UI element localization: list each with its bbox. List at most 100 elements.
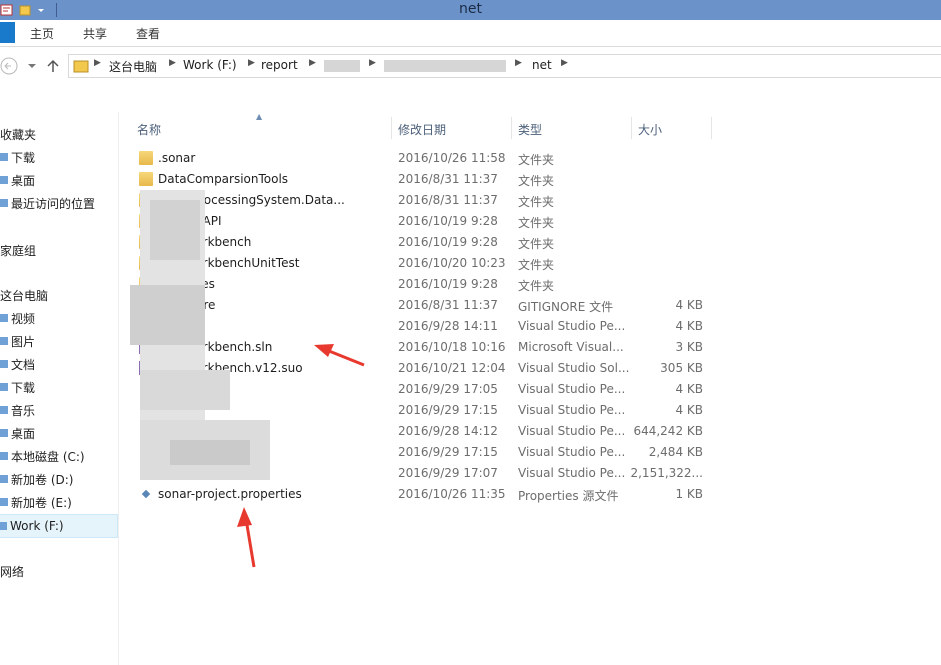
nav-item-label: 网络 — [0, 564, 25, 579]
file-type: 文件夹 — [518, 237, 555, 251]
nav-item-label: Work (F:) — [10, 519, 64, 533]
file-date: 2016/10/18 10:16 — [398, 340, 506, 354]
navigation-pane: 收藏夹 下载 桌面 最近访问的位置 家庭组 这台电脑 视频 图片 文档 下载 音乐 桌面 本地磁盘 (C… — [0, 112, 119, 665]
breadcrumb-this-pc[interactable]: 这台电脑 — [109, 58, 157, 75]
chevron-right-icon[interactable]: ▶ — [248, 58, 255, 68]
drive-icon — [0, 520, 9, 532]
folder-icon — [139, 151, 153, 165]
file-type: Visual Studio Pe... — [518, 466, 626, 480]
nav-item-label: 最近访问的位置 — [11, 196, 96, 211]
nav-item[interactable]: 下载 — [0, 146, 35, 168]
file-date: 2016/10/19 9:28 — [398, 235, 498, 249]
file-size: 4 KB — [675, 403, 703, 417]
column-divider[interactable] — [631, 117, 632, 139]
file-type: 文件夹 — [518, 153, 555, 167]
nav-item[interactable]: 文档 — [0, 353, 35, 375]
file-date: 2016/8/31 11:37 — [398, 298, 498, 312]
chevron-right-icon[interactable]: ▶ — [515, 58, 522, 68]
file-type: Microsoft Visual... — [518, 340, 624, 354]
tab-view[interactable]: 查看 — [136, 25, 160, 42]
file-row[interactable]: sonar-project.properties 2016/10/26 11:35… — [135, 484, 735, 505]
file-size: 2,484 KB — [648, 445, 703, 459]
up-icon[interactable] — [46, 58, 60, 74]
file-size: 4 KB — [675, 298, 703, 312]
file-size: 2,151,322... — [630, 466, 703, 480]
file-name: .sonar — [158, 151, 196, 165]
chevron-right-icon[interactable]: ▶ — [309, 58, 316, 68]
nav-item[interactable]: 视频 — [0, 307, 35, 329]
folder-icon — [73, 60, 89, 73]
nav-item[interactable]: 最近访问的位置 — [0, 192, 95, 214]
nav-item[interactable]: 下载 — [0, 376, 35, 398]
breadcrumb-work-drive[interactable]: Work (F:) — [183, 58, 237, 72]
nav-item[interactable]: 图片 — [0, 330, 35, 352]
file-row[interactable]: .sonar 2016/10/26 11:58 文件夹 — [135, 148, 735, 169]
nav-item[interactable]: 本地磁盘 (C:) — [0, 445, 85, 467]
nav-item-label: 视频 — [11, 311, 36, 326]
file-row[interactable]: DataComparsionTools 2016/8/31 11:37 文件夹 — [135, 169, 735, 190]
breadcrumb-report[interactable]: report — [261, 58, 298, 72]
chevron-right-icon[interactable]: ▶ — [561, 58, 568, 68]
nav-item[interactable]: 家庭组 — [0, 239, 36, 261]
nav-item[interactable]: Work (F:) — [0, 514, 118, 538]
pictures-icon — [0, 335, 10, 347]
nav-item[interactable]: 新加卷 (E:) — [0, 491, 72, 513]
desktop-icon — [0, 427, 10, 439]
redacted-breadcrumb — [384, 60, 506, 72]
file-size: 3 KB — [675, 340, 703, 354]
redacted-breadcrumb — [324, 60, 360, 72]
file-size: 644,242 KB — [633, 424, 703, 438]
nav-item-label: 本地磁盘 (C:) — [11, 449, 85, 464]
file-date: 2016/10/19 9:28 — [398, 214, 498, 228]
column-header-type[interactable]: 类型 — [518, 121, 542, 143]
column-divider[interactable] — [711, 117, 712, 139]
chevron-right-icon[interactable]: ▶ — [369, 58, 376, 68]
file-size: 4 KB — [675, 382, 703, 396]
tab-share[interactable]: 共享 — [83, 25, 107, 42]
breadcrumb-net[interactable]: net — [532, 58, 552, 72]
file-type: Visual Studio Pe... — [518, 403, 626, 417]
column-header-size[interactable]: 大小 — [638, 121, 662, 143]
file-date: 2016/10/19 9:28 — [398, 277, 498, 291]
back-icon[interactable] — [0, 57, 18, 75]
file-date: 2016/8/31 11:37 — [398, 172, 498, 186]
chevron-right-icon[interactable]: ▶ — [169, 58, 176, 68]
drive-icon — [0, 496, 10, 508]
file-name: sonar-project.properties — [158, 487, 302, 501]
nav-item[interactable]: 音乐 — [0, 399, 35, 421]
file-type: Visual Studio Pe... — [518, 424, 626, 438]
nav-item[interactable]: 收藏夹 — [0, 123, 36, 145]
nav-item[interactable]: 桌面 — [0, 169, 35, 191]
file-date: 2016/9/29 17:05 — [398, 382, 498, 396]
music-icon — [0, 404, 10, 416]
annotation-arrow — [237, 507, 256, 568]
column-divider[interactable] — [511, 117, 512, 139]
address-bar[interactable]: ▶ 这台电脑 ▶ Work (F:) ▶ report ▶ ▶ ▶ net ▶ — [68, 54, 941, 78]
annotation-arrow — [314, 344, 365, 367]
folder-icon — [139, 172, 153, 186]
column-header-name[interactable]: 名称 — [137, 121, 161, 143]
nav-item-label: 图片 — [11, 334, 36, 349]
redaction-mosaic — [130, 190, 280, 482]
nav-item[interactable]: 桌面 — [0, 422, 35, 444]
column-header-date[interactable]: 修改日期 — [398, 121, 446, 143]
nav-item-label: 新加卷 (E:) — [11, 495, 72, 510]
desktop-icon — [0, 174, 10, 186]
nav-item-label: 桌面 — [11, 426, 36, 441]
file-type: Visual Studio Pe... — [518, 382, 626, 396]
file-name: DataComparsionTools — [158, 172, 289, 186]
nav-item[interactable]: 这台电脑 — [0, 284, 48, 306]
title-bar: net — [0, 0, 941, 20]
chevron-right-icon[interactable]: ▶ — [94, 58, 101, 68]
nav-item[interactable]: 新加卷 (D:) — [0, 468, 73, 490]
tab-home[interactable]: 主页 — [30, 25, 54, 42]
nav-item-label: 下载 — [11, 380, 36, 395]
file-size: 4 KB — [675, 319, 703, 333]
nav-item[interactable]: 网络 — [0, 560, 24, 582]
file-type: 文件夹 — [518, 279, 555, 293]
recent-locations-icon[interactable] — [27, 62, 37, 70]
file-date: 2016/10/21 12:04 — [398, 361, 506, 375]
column-divider[interactable] — [391, 117, 392, 139]
file-tab[interactable] — [0, 22, 15, 43]
video-icon — [0, 312, 10, 324]
